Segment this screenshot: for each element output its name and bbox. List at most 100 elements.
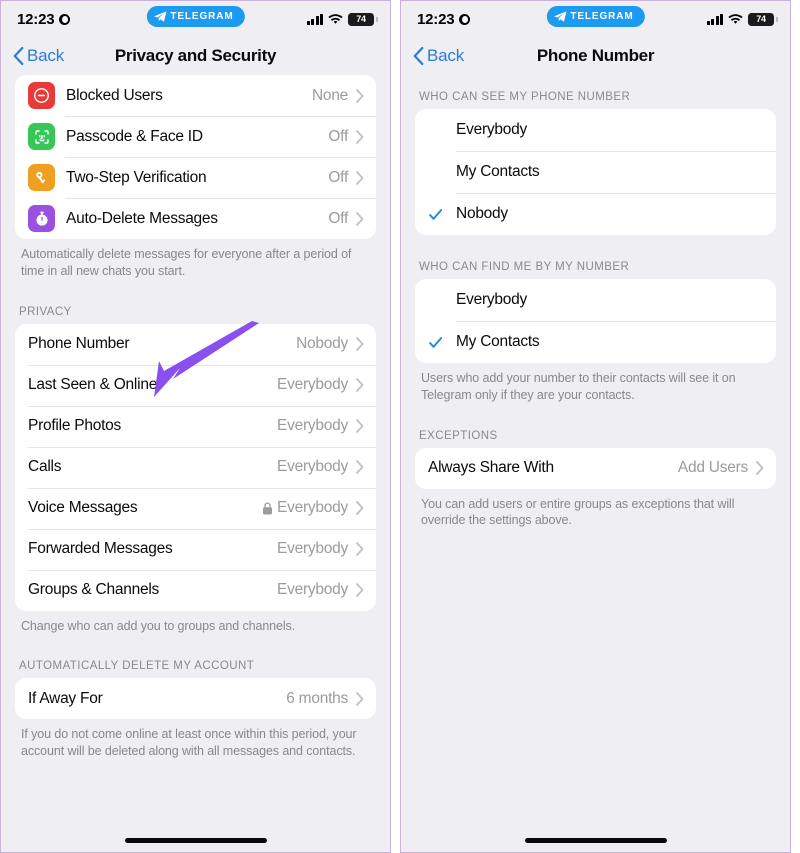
exceptions-section-header: EXCEPTIONS xyxy=(419,429,498,442)
row-value: None xyxy=(311,86,348,104)
chevron-right-icon xyxy=(356,583,364,597)
row-blocked-users[interactable]: Blocked Users None xyxy=(15,75,376,116)
chevron-right-icon xyxy=(356,170,364,185)
lock-icon xyxy=(263,501,273,514)
row-label: Phone Number xyxy=(28,335,130,352)
chevron-right-icon xyxy=(356,542,364,556)
status-bar: 12:23 TELEGRAM 74 xyxy=(401,1,790,37)
row-label: Always Share With xyxy=(428,459,554,476)
delete-account-section-footer: If you do not come online at least once … xyxy=(21,727,357,758)
back-button[interactable]: Back xyxy=(13,46,64,66)
row-value: Everybody xyxy=(277,376,348,393)
chevron-right-icon xyxy=(356,129,364,144)
option-label: My Contacts xyxy=(456,333,540,350)
location-arrow-icon xyxy=(459,13,471,25)
status-bar-left: 12:23 xyxy=(417,11,471,28)
chevron-right-icon xyxy=(356,88,364,103)
checkmark-icon xyxy=(429,208,443,220)
wifi-icon xyxy=(728,13,743,24)
chevron-right-icon xyxy=(356,211,364,226)
screenshot-pair: 12:23 TELEGRAM 74 Back Privacy and Secur… xyxy=(0,0,800,853)
cellular-bars-icon xyxy=(706,13,723,25)
chevron-right-icon xyxy=(356,378,364,392)
row-value: Everybody xyxy=(277,540,348,557)
chevron-right-icon xyxy=(356,419,364,433)
status-time: 12:23 xyxy=(17,10,55,28)
option-label: My Contacts xyxy=(456,163,540,180)
row-value: Off xyxy=(328,209,348,227)
chevron-left-icon xyxy=(13,47,24,65)
telegram-app-badge[interactable]: TELEGRAM xyxy=(546,6,645,27)
option-see-nobody[interactable]: Nobody xyxy=(415,193,776,235)
battery-indicator: 74 xyxy=(748,12,778,26)
privacy-section-header: PRIVACY xyxy=(19,305,72,318)
option-find-my-contacts[interactable]: My Contacts xyxy=(415,321,776,363)
security-section-footer: Automatically delete messages for everyo… xyxy=(21,247,352,278)
key-icon xyxy=(28,164,55,191)
telegram-badge-label: TELEGRAM xyxy=(570,11,634,22)
row-calls[interactable]: Calls Everybody xyxy=(15,446,376,488)
back-button-label: Back xyxy=(427,46,464,65)
option-find-everybody[interactable]: Everybody xyxy=(415,279,776,321)
row-label: Last Seen & Online xyxy=(28,376,158,393)
option-see-my-contacts[interactable]: My Contacts xyxy=(415,151,776,193)
battery-level: 74 xyxy=(756,14,766,24)
row-groups-channels[interactable]: Groups & Channels Everybody xyxy=(15,569,376,611)
row-voice-messages[interactable]: Voice Messages Everybody xyxy=(15,487,376,529)
cellular-bars-icon xyxy=(306,13,323,25)
privacy-section-card: Phone Number Nobody Last Seen & Online E… xyxy=(15,323,376,611)
settings-content: Blocked Users None Passcode & Face ID Of… xyxy=(1,75,390,852)
row-forwarded-messages[interactable]: Forwarded Messages Everybody xyxy=(15,528,376,570)
row-label: Groups & Channels xyxy=(28,581,160,598)
row-if-away-for[interactable]: If Away For 6 months xyxy=(15,678,376,719)
navigation-bar: Back Phone Number xyxy=(401,37,790,75)
exceptions-section-footer: You can add users or entire groups as ex… xyxy=(421,496,735,528)
option-see-everybody[interactable]: Everybody xyxy=(415,109,776,151)
chevron-right-icon xyxy=(356,460,364,474)
who-can-find-section-footer: Users who add your number to their conta… xyxy=(421,371,736,402)
home-indicator xyxy=(124,838,267,843)
telegram-badge-label: TELEGRAM xyxy=(170,11,234,22)
option-label: Everybody xyxy=(456,291,527,308)
security-section-card: Blocked Users None Passcode & Face ID Of… xyxy=(15,75,376,239)
timer-icon xyxy=(28,205,55,232)
row-auto-delete-messages[interactable]: Auto-Delete Messages Off xyxy=(15,198,376,239)
back-button[interactable]: Back xyxy=(413,46,464,66)
row-always-share-with[interactable]: Always Share With Add Users xyxy=(415,448,776,489)
status-bar: 12:23 TELEGRAM 74 xyxy=(1,1,390,37)
option-label: Everybody xyxy=(456,121,527,138)
who-can-find-section-card: Everybody My Contacts xyxy=(415,279,776,363)
chevron-right-icon xyxy=(356,337,364,351)
wifi-icon xyxy=(328,13,343,24)
row-passcode-face-id[interactable]: Passcode & Face ID Off xyxy=(15,116,376,157)
checkmark-slot xyxy=(428,207,456,222)
who-can-see-section-card: Everybody My Contacts Nobody xyxy=(415,109,776,235)
row-value: Everybody xyxy=(277,458,348,475)
row-value: Nobody xyxy=(296,335,348,352)
privacy-section-footer: Change who can add you to groups and cha… xyxy=(21,618,296,633)
paper-plane-icon xyxy=(153,11,166,22)
row-value: Everybody xyxy=(262,499,348,517)
row-phone-number[interactable]: Phone Number Nobody xyxy=(15,324,376,365)
row-profile-photos[interactable]: Profile Photos Everybody xyxy=(15,405,376,447)
checkmark-slot xyxy=(428,335,456,350)
row-label: Passcode & Face ID xyxy=(66,127,203,145)
chevron-right-icon xyxy=(356,501,364,515)
paper-plane-icon xyxy=(553,11,566,22)
block-icon xyxy=(28,82,55,109)
option-label: Nobody xyxy=(456,205,508,222)
phone-screen-phone-number: 12:23 TELEGRAM 74 Back Phone Number WHO … xyxy=(400,0,791,853)
row-value: Everybody xyxy=(277,417,348,434)
battery-indicator: 74 xyxy=(348,12,378,26)
battery-level: 74 xyxy=(356,14,366,24)
phone-screen-privacy-security: 12:23 TELEGRAM 74 Back Privacy and Secur… xyxy=(0,0,391,853)
row-two-step-verification[interactable]: Two-Step Verification Off xyxy=(15,157,376,198)
location-arrow-icon xyxy=(59,13,71,25)
row-value: 6 months xyxy=(286,689,348,707)
telegram-app-badge[interactable]: TELEGRAM xyxy=(146,6,245,27)
row-last-seen-online[interactable]: Last Seen & Online Everybody xyxy=(15,364,376,406)
row-label: Voice Messages xyxy=(28,499,138,516)
